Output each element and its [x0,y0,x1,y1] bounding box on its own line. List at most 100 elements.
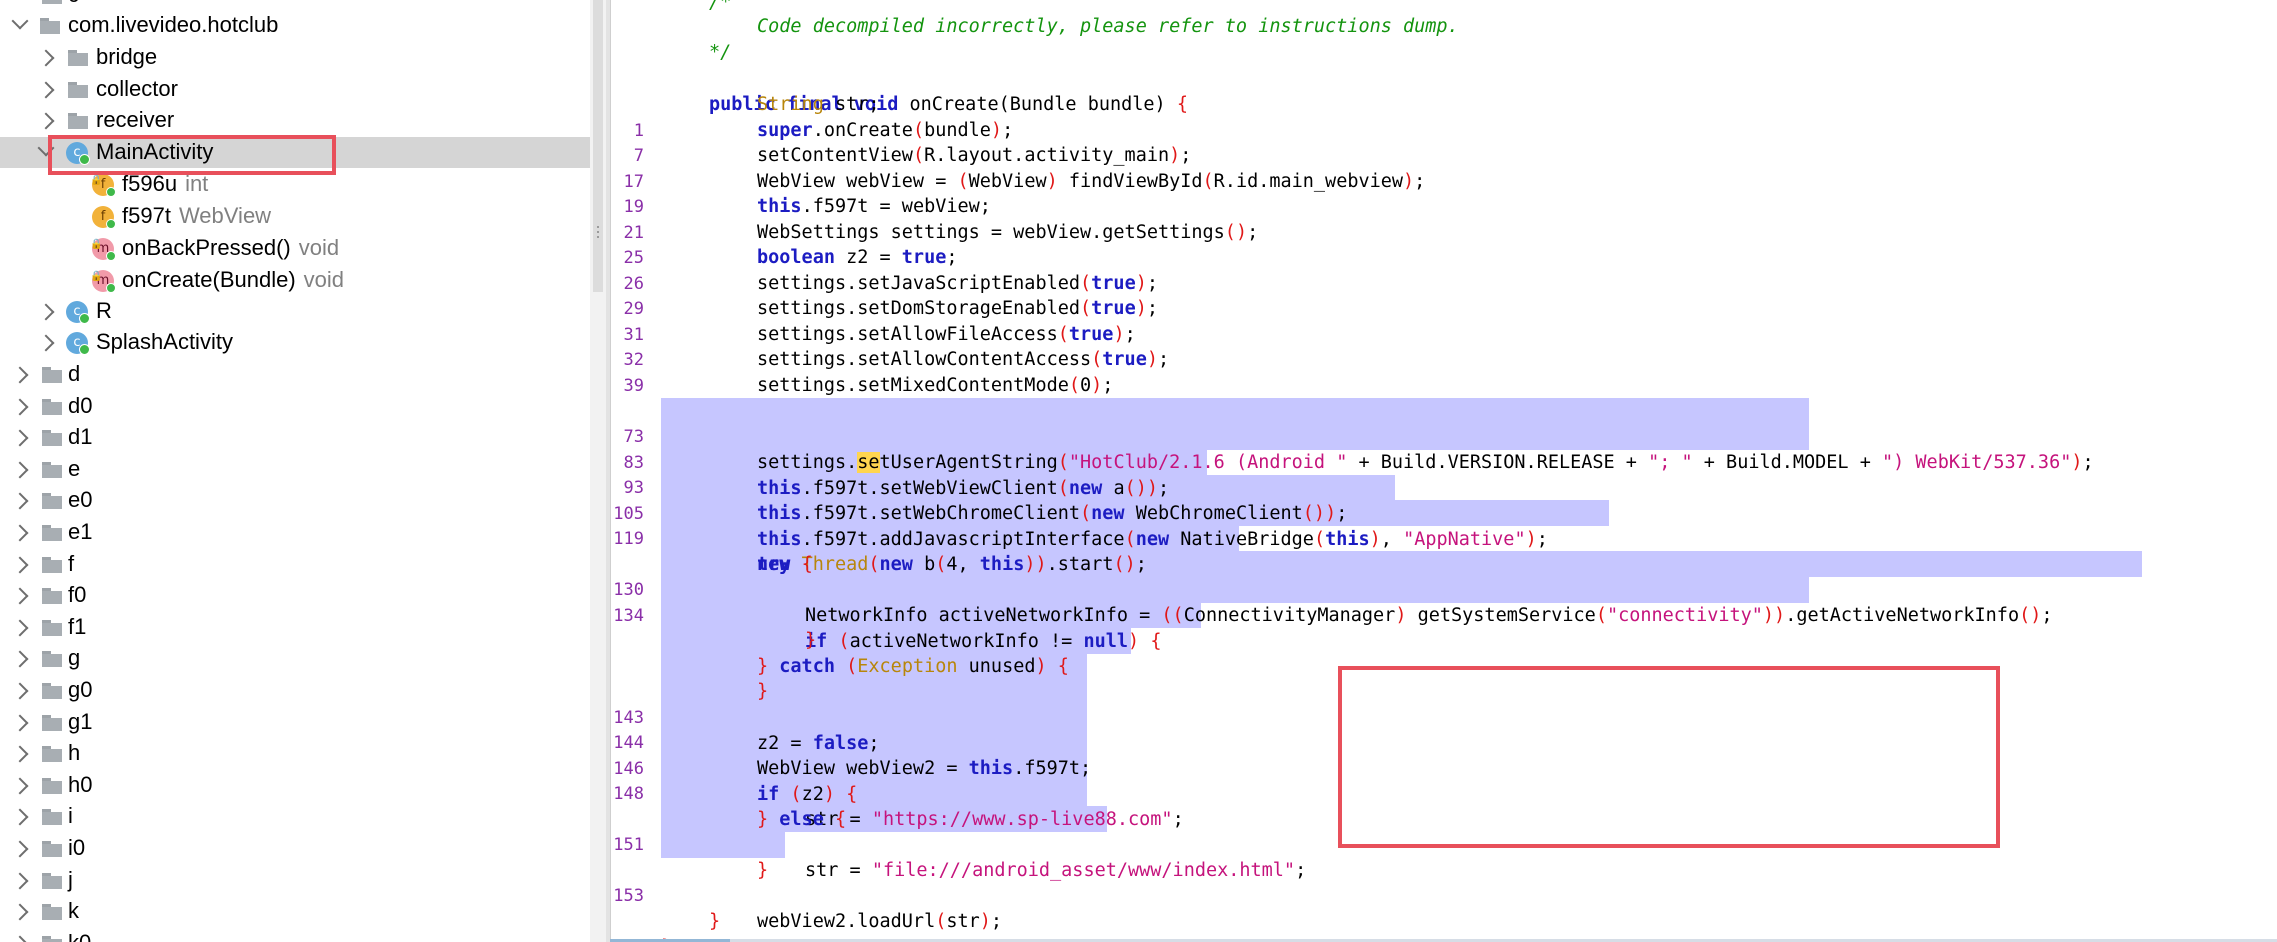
tree-row-package-0[interactable]: d [0,359,590,390]
tree-row-field-f597t[interactable]: f f597t WebView [0,201,590,232]
chevron-down-icon[interactable] [11,12,29,30]
code-line-144[interactable]: 144 WebView webView2 = this.f597t; [610,704,1091,779]
tree-row-r[interactable]: c R [0,296,590,327]
tree-row-method-onbackpressed[interactable]: m 🔒 onBackPressed() void [0,233,590,264]
code-line-83[interactable]: 83 this.f597t.setWebViewClient(new a()); [610,424,1170,499]
chevron-right-icon[interactable] [11,650,29,668]
folder-icon [42,714,62,731]
tree-row-collector[interactable]: collector [0,74,590,105]
tree-label: k0 [68,930,91,942]
tree-row-package-1[interactable]: d0 [0,391,590,422]
tree-row-package-4[interactable]: e0 [0,485,590,516]
chevron-right-icon[interactable] [11,524,29,542]
folder-icon [42,367,62,383]
tree-label-package: com.livevideo.hotclub [68,12,279,37]
tree-label: f0 [68,582,87,608]
chevron-right-icon[interactable] [11,714,29,732]
code-line-try[interactable]: try { [610,526,813,575]
code-line-else[interactable]: } else { [610,781,846,830]
tree-type: WebView [178,203,272,228]
chevron-right-icon[interactable] [11,587,29,605]
tree-row-package-18[interactable]: k0 [0,928,590,942]
chevron-right-icon[interactable] [11,398,29,416]
tree-label: f1 [68,613,87,639]
tree-row-method-oncreate[interactable]: m 🔒 onCreate(Bundle) void [0,265,590,296]
code-line-73[interactable]: 73 settings.setUserAgentString("HotClub/… [610,398,2094,473]
tree-row-package-8[interactable]: f1 [0,612,590,643]
selection-highlight [661,679,1087,705]
code-line-105[interactable]: 105 this.f597t.addJavascriptInterface(ne… [610,475,1548,550]
tree-row-receiver[interactable]: receiver [0,105,590,136]
code-line[interactable]: } [610,602,816,651]
code-line-130[interactable]: 130 NetworkInfo activeNetworkInfo = ((Co… [610,551,2052,626]
code-line-143[interactable]: 143 z2 = false; [610,679,879,754]
chevron-right-icon[interactable] [11,461,29,479]
chevron-right-icon[interactable] [11,777,29,795]
tree-row-package-12[interactable]: h [0,738,590,769]
selection-highlight [661,398,1809,424]
tree-label: onCreate(Bundle) [122,267,296,292]
folder-icon [42,651,62,668]
code-line[interactable]: } [610,883,720,932]
chevron-right-icon[interactable] [37,334,55,352]
chevron-right-icon[interactable] [37,81,55,99]
chevron-right-icon[interactable] [37,112,55,130]
selection-highlight [661,704,1087,730]
chevron-right-icon[interactable] [11,935,29,942]
tree-scrollbar[interactable] [590,0,606,942]
code-line-134[interactable]: 134 if (activeNetworkInfo != null) { [610,577,1161,652]
chevron-right-icon[interactable] [11,682,29,700]
code-line[interactable]: } [610,909,672,942]
tree-row-package-15[interactable]: i0 [0,833,590,864]
tree-row-package-9[interactable]: g [0,643,590,674]
chevron-right-icon[interactable] [11,872,29,890]
tree-label: d1 [68,424,93,450]
chevron-right-icon[interactable] [11,429,29,447]
tree-row-package-2[interactable]: d1 [0,422,590,453]
chevron-right-icon[interactable] [37,303,55,321]
tree-row-package-5[interactable]: e1 [0,517,590,548]
tree-label: i0 [68,835,86,860]
chevron-right-icon[interactable] [11,492,29,510]
chevron-right-icon[interactable] [11,840,29,858]
tree-row-package-17[interactable]: k [0,896,590,927]
tree-row-package-7[interactable]: f0 [0,580,590,611]
code-line[interactable]: } [610,653,768,702]
tree-label: g0 [68,677,93,702]
tree-row-package-13[interactable]: h0 [0,770,590,801]
code-line-119[interactable]: 119 new Thread(new b(4, this)).start(); [610,500,1147,575]
folder-icon [68,50,88,66]
chevron-right-icon[interactable] [11,745,29,763]
chevron-right-icon[interactable] [37,49,55,67]
tree-row-package-3[interactable]: e [0,454,590,485]
code-line-method-signature[interactable]: public final void onCreate(Bundle bundle… [610,66,1188,115]
tree-label: bridge [96,44,158,69]
code-line-151[interactable]: 151 str = "file:///android_asset/www/ind… [610,806,1306,881]
chevron-right-icon[interactable] [11,808,29,826]
tree-row-package-6[interactable]: f [0,549,590,580]
tree-label: e [68,455,81,481]
chevron-right-icon[interactable] [11,619,29,637]
tree-row-bridge[interactable]: bridge [0,42,590,73]
tree-row-package-10[interactable]: g0 [0,675,590,706]
chevron-right-icon[interactable] [11,556,29,574]
code-line-153[interactable]: 153 webView2.loadUrl(str); [610,857,1002,932]
code-line-93[interactable]: 93 this.f597t.setWebChromeClient(new Web… [610,449,1348,524]
tree-row-package-14[interactable]: i [0,801,590,832]
method-icon: m 🔒 [90,270,116,293]
tree-label: e1 [68,519,93,544]
folder-icon [42,872,62,889]
folder-icon [42,904,62,921]
code-line[interactable]: } [610,832,768,881]
tree-row-package-11[interactable]: g1 [0,707,590,738]
chevron-right-icon[interactable] [11,366,29,384]
project-tree[interactable]: c com.livevideo.hotclub bridge collector… [0,0,590,942]
code-line-catch[interactable]: } catch (Exception unused) { [610,628,1069,677]
tree-row-package-16[interactable]: j [0,865,590,896]
tree-row-package[interactable]: com.livevideo.hotclub [0,10,590,41]
chevron-right-icon[interactable] [11,903,29,921]
code-line-148[interactable]: 148 str = "https://www.sp-live88.com"; [610,755,1183,830]
tree-row-splashactivity[interactable]: c SplashActivity [0,327,590,358]
code-editor[interactable]: /* Code decompiled incorrectly, please r… [610,0,2277,942]
code-line-146[interactable]: 146 if (z2) { [610,730,857,805]
